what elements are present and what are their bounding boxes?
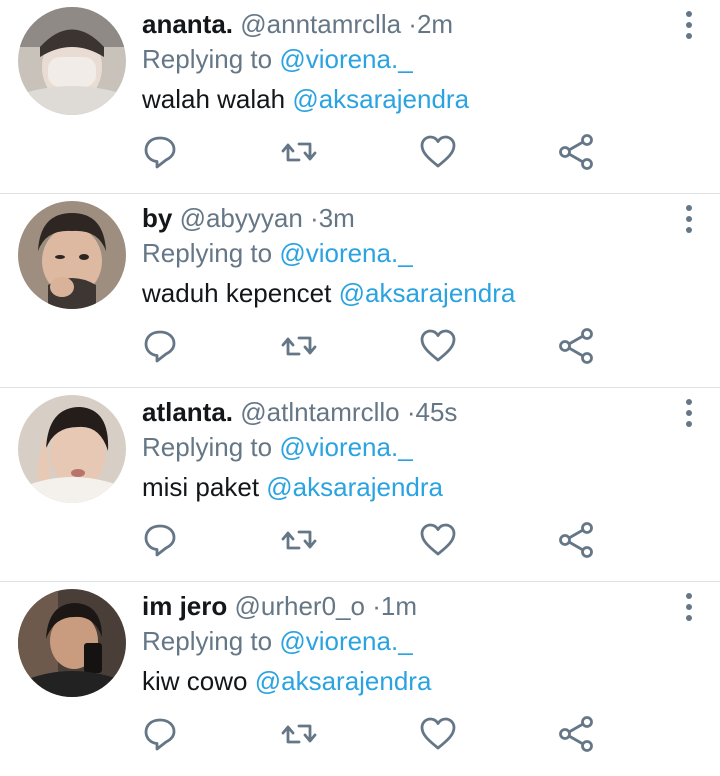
reply-button[interactable] — [140, 714, 180, 754]
reply-icon — [144, 330, 176, 363]
tweet-header: im jero @urher0_o ·1m — [142, 589, 417, 623]
handle[interactable]: @anntamrclla — [240, 9, 401, 39]
avatar[interactable] — [18, 395, 126, 503]
tweet-actions — [0, 132, 720, 172]
heart-icon — [420, 717, 456, 750]
timestamp[interactable]: 2m — [417, 9, 453, 39]
like-button[interactable] — [418, 520, 458, 560]
handle[interactable]: @abyyyan — [180, 203, 303, 233]
retweet-icon — [281, 530, 317, 550]
tweet[interactable]: atlanta. @atlntamrcllo ·45s Replying to … — [0, 388, 720, 582]
reply-timeline: ananta. @anntamrclla ·2m Replying to @vi… — [0, 0, 720, 776]
tweet-text: waduh kepencet @aksarajendra — [142, 276, 515, 310]
avatar[interactable] — [18, 201, 126, 309]
reply-icon — [144, 136, 176, 169]
more-vertical-icon[interactable] — [678, 592, 700, 622]
tweet[interactable]: by @abyyyan ·3m Replying to @viorena._ w… — [0, 194, 720, 388]
retweet-icon — [281, 724, 317, 744]
tweet-body: kiw cowo — [142, 666, 248, 696]
tweet-header: ananta. @anntamrclla ·2m — [142, 7, 453, 41]
share-button[interactable] — [556, 520, 596, 560]
mention-link[interactable]: @aksarajendra — [339, 278, 516, 308]
heart-icon — [420, 523, 456, 556]
replying-to-link[interactable]: @viorena._ — [279, 238, 412, 268]
reply-button[interactable] — [140, 132, 180, 172]
tweet-header: atlanta. @atlntamrcllo ·45s — [142, 395, 457, 429]
replying-to-link[interactable]: @viorena._ — [279, 626, 412, 656]
replying-to-link[interactable]: @viorena._ — [279, 44, 412, 74]
heart-icon — [420, 135, 456, 168]
reply-button[interactable] — [140, 326, 180, 366]
tweet-text: misi paket @aksarajendra — [142, 470, 443, 504]
separator: · — [406, 397, 416, 427]
mention-link[interactable]: @aksarajendra — [292, 84, 469, 114]
retweet-icon — [281, 336, 317, 356]
separator: · — [408, 9, 417, 39]
replying-to-link[interactable]: @viorena._ — [279, 432, 412, 462]
separator: · — [372, 591, 381, 621]
replying-to-label: Replying to — [142, 626, 273, 656]
replying-to-label: Replying to — [142, 44, 273, 74]
share-button[interactable] — [556, 132, 596, 172]
replying-to-label: Replying to — [142, 432, 273, 462]
like-button[interactable] — [418, 714, 458, 754]
mention-link[interactable]: @aksarajendra — [266, 472, 443, 502]
tweet-actions — [0, 714, 720, 754]
heart-icon — [420, 329, 456, 362]
replying-to: Replying to @viorena._ — [142, 42, 413, 76]
mention-link[interactable]: @aksarajendra — [255, 666, 432, 696]
avatar[interactable] — [18, 7, 126, 115]
separator: · — [310, 203, 319, 233]
tweet-body: misi paket — [142, 472, 260, 502]
more-vertical-icon[interactable] — [678, 398, 700, 428]
share-icon — [559, 134, 593, 170]
replying-to: Replying to @viorena._ — [142, 624, 413, 658]
reply-button[interactable] — [140, 520, 180, 560]
share-button[interactable] — [556, 326, 596, 366]
display-name[interactable]: by — [142, 203, 172, 233]
reply-icon — [144, 718, 176, 751]
replying-to: Replying to @viorena._ — [142, 430, 413, 464]
avatar[interactable] — [18, 589, 126, 697]
handle[interactable]: @atlntamrcllo — [240, 397, 399, 427]
tweet-actions — [0, 326, 720, 366]
retweet-button[interactable] — [279, 714, 319, 754]
share-button[interactable] — [556, 714, 596, 754]
tweet-header: by @abyyyan ·3m — [142, 201, 355, 235]
retweet-button[interactable] — [279, 132, 319, 172]
share-icon — [559, 522, 593, 558]
display-name[interactable]: im jero — [142, 591, 227, 621]
replying-to: Replying to @viorena._ — [142, 236, 413, 270]
tweet[interactable]: ananta. @anntamrclla ·2m Replying to @vi… — [0, 0, 720, 194]
retweet-icon — [281, 142, 317, 162]
share-icon — [559, 328, 593, 364]
like-button[interactable] — [418, 132, 458, 172]
timestamp[interactable]: 3m — [319, 203, 355, 233]
retweet-button[interactable] — [279, 520, 319, 560]
like-button[interactable] — [418, 326, 458, 366]
retweet-button[interactable] — [279, 326, 319, 366]
tweet[interactable]: im jero @urher0_o ·1m Replying to @viore… — [0, 582, 720, 776]
tweet-text: kiw cowo @aksarajendra — [142, 664, 431, 698]
display-name[interactable]: atlanta. — [142, 397, 233, 427]
timestamp[interactable]: 45s — [416, 397, 458, 427]
share-icon — [559, 716, 593, 752]
more-vertical-icon[interactable] — [678, 10, 700, 40]
display-name[interactable]: ananta. — [142, 9, 233, 39]
more-vertical-icon[interactable] — [678, 204, 700, 234]
replying-to-label: Replying to — [142, 238, 273, 268]
tweet-text: walah walah @aksarajendra — [142, 82, 469, 116]
tweet-actions — [0, 520, 720, 560]
tweet-body: waduh kepencet — [142, 278, 332, 308]
timestamp[interactable]: 1m — [381, 591, 417, 621]
reply-icon — [144, 524, 176, 557]
handle[interactable]: @urher0_o — [234, 591, 364, 621]
tweet-body: walah walah — [142, 84, 286, 114]
